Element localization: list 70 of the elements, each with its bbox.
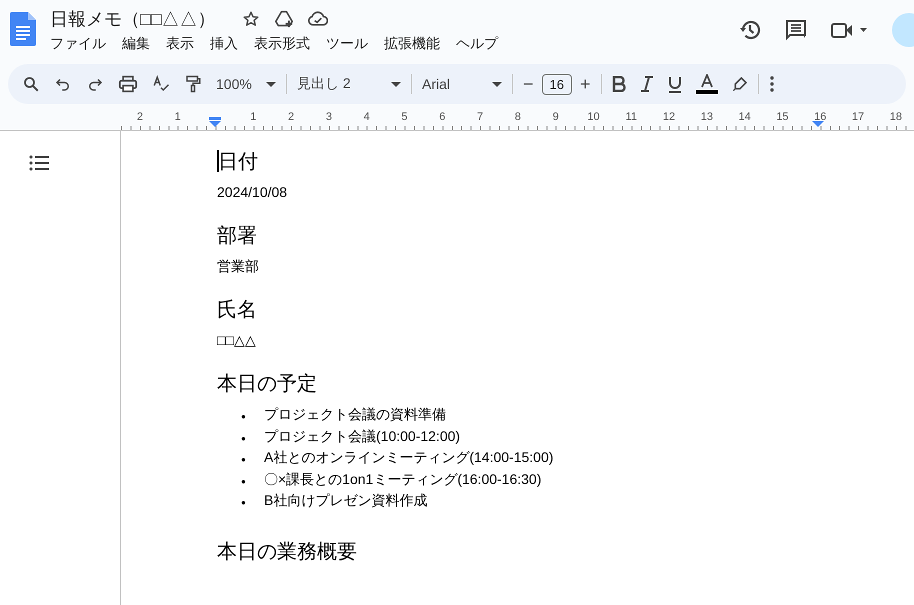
menu-item[interactable]: 挿入 [210, 35, 238, 53]
document-title[interactable]: 日報メモ（□□△△） [50, 7, 216, 31]
outline-icon[interactable] [29, 155, 49, 171]
heading: 部署 [217, 224, 257, 249]
spellcheck-icon[interactable] [152, 75, 170, 93]
ruler-number: 17 [852, 111, 864, 123]
list-bullet: ● [241, 454, 247, 466]
heading: 氏名 [217, 298, 257, 323]
ruler-number: 14 [738, 111, 751, 123]
history-icon[interactable] [738, 18, 762, 42]
ruler-number: 12 [662, 111, 676, 123]
ruler-number: 11 [626, 111, 637, 123]
list-bullet: ● [241, 476, 247, 488]
print-icon[interactable] [118, 75, 138, 93]
menu-item[interactable]: 表示形式 [254, 35, 310, 53]
menu-item[interactable]: ツール [326, 35, 368, 53]
cloud-check-icon[interactable] [308, 11, 328, 27]
ruler-number: 5 [401, 111, 408, 123]
ruler-number: 10 [587, 111, 600, 123]
paragraph: □□△△ [217, 331, 257, 349]
heading: 日付 [217, 149, 258, 175]
decrease-font-size-button[interactable]: − [523, 74, 534, 94]
menu-item[interactable]: ヘルプ [456, 35, 498, 53]
bold-icon[interactable] [612, 76, 626, 92]
ruler-number: 2 [288, 111, 294, 123]
list-item: A社とのオンラインミーティング(14:00-15:00) [264, 448, 554, 467]
heading: 本日の予定 [217, 372, 317, 397]
list-bullet: ● [241, 411, 247, 423]
ruler-number: 3 [326, 111, 332, 123]
text-color-icon[interactable] [696, 74, 718, 94]
list-item: 〇×課長との1on1ミーティング(16:00-16:30) [264, 470, 542, 489]
ruler-number: 9 [552, 111, 559, 123]
menu-item[interactable]: 拡張機能 [384, 35, 440, 53]
ruler-number: 1 [250, 111, 256, 123]
font-size-field[interactable]: 16 [542, 74, 572, 94]
ruler-number: 6 [439, 111, 446, 123]
ruler-number: 15 [776, 111, 789, 123]
ruler-number: 4 [364, 111, 370, 123]
zoom-dropdown[interactable]: 100% [216, 76, 276, 92]
paragraph: 営業部 [217, 257, 260, 275]
ruler-number: 2 [136, 111, 143, 123]
highlighter-icon[interactable] [732, 76, 748, 92]
star-icon[interactable] [242, 10, 260, 28]
document-icon[interactable] [10, 12, 36, 46]
right-indent-marker-icon[interactable] [812, 121, 824, 127]
ruler-number: 18 [890, 111, 902, 123]
ruler-number: 1 [174, 111, 181, 123]
more-options-icon[interactable] [768, 76, 774, 92]
paint-roller-icon[interactable] [184, 75, 202, 93]
paragraph: 2024/10/08 [217, 183, 288, 201]
search-icon[interactable] [22, 75, 40, 93]
menu-item[interactable]: 編集 [122, 35, 150, 53]
menu-item[interactable]: 表示 [166, 35, 194, 53]
underline-icon[interactable] [668, 76, 682, 92]
heading: 本日の業務概要 [217, 540, 357, 564]
list-bullet: ● [241, 497, 247, 509]
list-item: プロジェクト会議(10:00-12:00) [264, 426, 460, 446]
italic-icon[interactable] [640, 76, 654, 92]
increase-font-size-button[interactable]: + [580, 74, 590, 94]
style-dropdown[interactable]: 見出し 2 [297, 75, 401, 93]
ruler-number: 7 [477, 111, 484, 123]
list-item: B社向けプレゼン資料作成 [264, 491, 428, 510]
ruler-number: 8 [514, 111, 521, 123]
comment-icon[interactable] [784, 18, 808, 42]
list-bullet: ● [241, 432, 247, 444]
font-dropdown[interactable]: Arial [422, 76, 502, 92]
indent-marker-icon[interactable] [209, 117, 222, 127]
menu-item[interactable]: ファイル [50, 35, 106, 53]
list-item: プロジェクト会議の資料準備 [264, 405, 446, 424]
ruler-number: 13 [700, 111, 713, 123]
